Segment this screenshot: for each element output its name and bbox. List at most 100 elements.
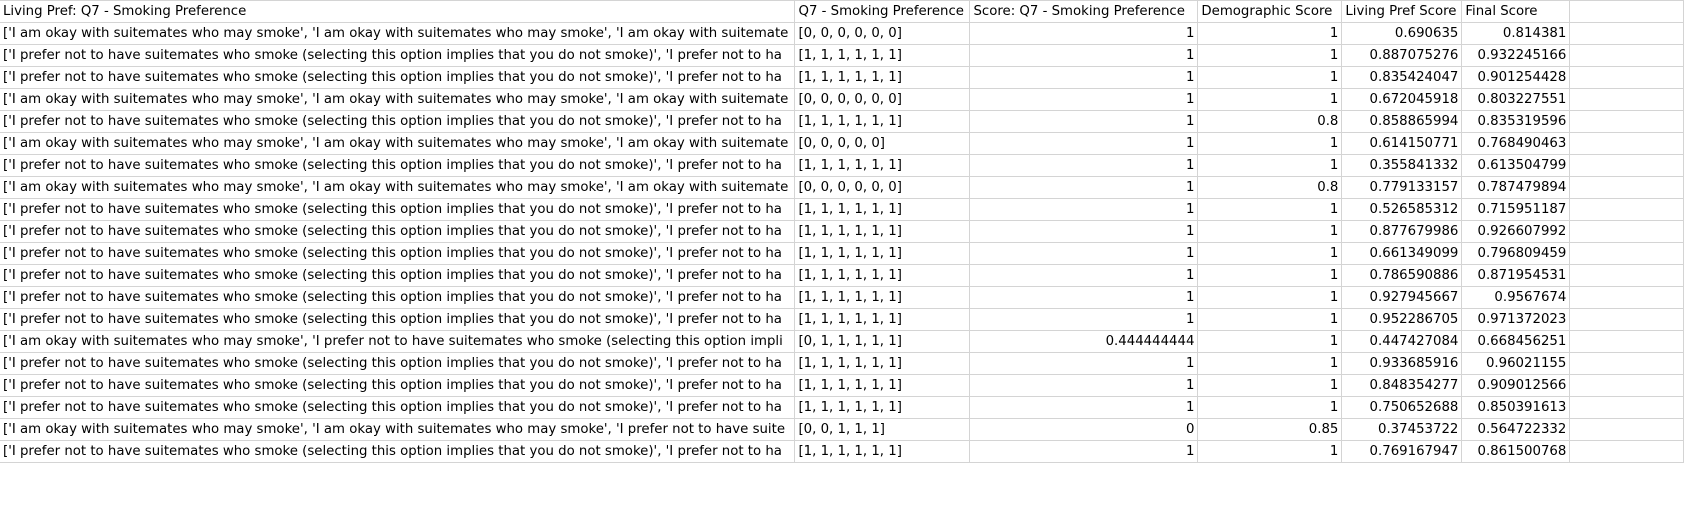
q7-pref-cell[interactable]: [1, 1, 1, 1, 1, 1] [794, 440, 971, 463]
q7-score-cell[interactable]: 1 [969, 198, 1199, 221]
q7-score-cell[interactable]: 1 [969, 88, 1199, 111]
q7-pref-cell[interactable]: [1, 1, 1, 1, 1, 1] [794, 242, 971, 265]
living-pref-score-cell[interactable]: 0.927945667 [1341, 286, 1463, 309]
demographic-score-cell[interactable]: 1 [1197, 374, 1343, 397]
living-pref-cell[interactable]: ['I prefer not to have suitemates who sm… [0, 198, 796, 221]
empty-cell[interactable] [1569, 110, 1684, 133]
demographic-score-cell[interactable]: 0.85 [1197, 418, 1343, 441]
demographic-score-cell[interactable]: 1 [1197, 440, 1343, 463]
empty-cell[interactable] [1569, 198, 1684, 221]
q7-score-cell[interactable]: 1 [969, 176, 1199, 199]
final-score-cell[interactable]: 0.796809459 [1461, 242, 1571, 265]
living-pref-score-cell[interactable]: 0.526585312 [1341, 198, 1463, 221]
final-score-cell[interactable]: 0.871954531 [1461, 264, 1571, 287]
final-score-cell[interactable]: 0.971372023 [1461, 308, 1571, 331]
q7-pref-cell[interactable]: [1, 1, 1, 1, 1, 1] [794, 374, 971, 397]
empty-cell[interactable] [1569, 176, 1684, 199]
demographic-score-cell[interactable]: 1 [1197, 88, 1343, 111]
living-pref-score-cell[interactable]: 0.779133157 [1341, 176, 1463, 199]
demographic-score-cell[interactable]: 1 [1197, 44, 1343, 67]
living-pref-cell[interactable]: ['I am okay with suitemates who may smok… [0, 132, 796, 155]
q7-pref-cell[interactable]: [0, 0, 0, 0, 0, 0] [794, 88, 971, 111]
column-header-q7-pref[interactable]: Q7 - Smoking Preference [794, 0, 971, 23]
living-pref-cell[interactable]: ['I prefer not to have suitemates who sm… [0, 44, 796, 67]
empty-cell[interactable] [1569, 330, 1684, 353]
q7-pref-cell[interactable]: [1, 1, 1, 1, 1, 1] [794, 154, 971, 177]
final-score-cell[interactable]: 0.613504799 [1461, 154, 1571, 177]
demographic-score-cell[interactable]: 0.8 [1197, 176, 1343, 199]
final-score-cell[interactable]: 0.787479894 [1461, 176, 1571, 199]
living-pref-cell[interactable]: ['I prefer not to have suitemates who sm… [0, 374, 796, 397]
empty-cell[interactable] [1569, 418, 1684, 441]
final-score-cell[interactable]: 0.768490463 [1461, 132, 1571, 155]
q7-pref-cell[interactable]: [0, 0, 0, 0, 0, 0] [794, 176, 971, 199]
empty-cell[interactable] [1569, 220, 1684, 243]
living-pref-score-cell[interactable]: 0.661349099 [1341, 242, 1463, 265]
q7-score-cell[interactable]: 0.444444444 [969, 330, 1199, 353]
living-pref-cell[interactable]: ['I am okay with suitemates who may smok… [0, 418, 796, 441]
empty-cell[interactable] [1569, 440, 1684, 463]
q7-pref-cell[interactable]: [1, 1, 1, 1, 1, 1] [794, 308, 971, 331]
demographic-score-cell[interactable]: 1 [1197, 198, 1343, 221]
q7-score-cell[interactable]: 1 [969, 242, 1199, 265]
q7-score-cell[interactable]: 1 [969, 264, 1199, 287]
empty-cell[interactable] [1569, 154, 1684, 177]
q7-score-cell[interactable]: 0 [969, 418, 1199, 441]
empty-cell[interactable] [1569, 308, 1684, 331]
q7-score-cell[interactable]: 1 [969, 308, 1199, 331]
living-pref-score-cell[interactable]: 0.447427084 [1341, 330, 1463, 353]
final-score-cell[interactable]: 0.715951187 [1461, 198, 1571, 221]
demographic-score-cell[interactable]: 1 [1197, 154, 1343, 177]
q7-pref-cell[interactable]: [1, 1, 1, 1, 1, 1] [794, 264, 971, 287]
living-pref-cell[interactable]: ['I am okay with suitemates who may smok… [0, 176, 796, 199]
demographic-score-cell[interactable]: 1 [1197, 308, 1343, 331]
final-score-cell[interactable]: 0.932245166 [1461, 44, 1571, 67]
column-header-living-pref[interactable]: Living Pref: Q7 - Smoking Preference [0, 0, 796, 23]
final-score-cell[interactable]: 0.668456251 [1461, 330, 1571, 353]
living-pref-score-cell[interactable]: 0.933685916 [1341, 352, 1463, 375]
q7-pref-cell[interactable]: [1, 1, 1, 1, 1, 1] [794, 352, 971, 375]
empty-cell[interactable] [1569, 44, 1684, 67]
q7-pref-cell[interactable]: [0, 0, 0, 0, 0] [794, 132, 971, 155]
empty-cell[interactable] [1569, 88, 1684, 111]
column-header-final-score[interactable]: Final Score [1461, 0, 1571, 23]
demographic-score-cell[interactable]: 1 [1197, 132, 1343, 155]
q7-score-cell[interactable]: 1 [969, 110, 1199, 133]
final-score-cell[interactable]: 0.850391613 [1461, 396, 1571, 419]
empty-cell[interactable] [1569, 22, 1684, 45]
column-header-living-pref-score[interactable]: Living Pref Score [1341, 0, 1463, 23]
q7-score-cell[interactable]: 1 [969, 132, 1199, 155]
living-pref-cell[interactable]: ['I prefer not to have suitemates who sm… [0, 242, 796, 265]
living-pref-score-cell[interactable]: 0.952286705 [1341, 308, 1463, 331]
living-pref-cell[interactable]: ['I am okay with suitemates who may smok… [0, 330, 796, 353]
empty-cell[interactable] [1569, 0, 1684, 23]
living-pref-score-cell[interactable]: 0.750652688 [1341, 396, 1463, 419]
empty-cell[interactable] [1569, 66, 1684, 89]
demographic-score-cell[interactable]: 1 [1197, 220, 1343, 243]
q7-score-cell[interactable]: 1 [969, 154, 1199, 177]
living-pref-cell[interactable]: ['I prefer not to have suitemates who sm… [0, 220, 796, 243]
final-score-cell[interactable]: 0.909012566 [1461, 374, 1571, 397]
final-score-cell[interactable]: 0.901254428 [1461, 66, 1571, 89]
demographic-score-cell[interactable]: 1 [1197, 396, 1343, 419]
living-pref-score-cell[interactable]: 0.672045918 [1341, 88, 1463, 111]
q7-pref-cell[interactable]: [1, 1, 1, 1, 1, 1] [794, 66, 971, 89]
living-pref-cell[interactable]: ['I prefer not to have suitemates who sm… [0, 66, 796, 89]
living-pref-score-cell[interactable]: 0.786590886 [1341, 264, 1463, 287]
empty-cell[interactable] [1569, 396, 1684, 419]
living-pref-score-cell[interactable]: 0.614150771 [1341, 132, 1463, 155]
q7-score-cell[interactable]: 1 [969, 396, 1199, 419]
demographic-score-cell[interactable]: 0.8 [1197, 110, 1343, 133]
empty-cell[interactable] [1569, 132, 1684, 155]
q7-pref-cell[interactable]: [1, 1, 1, 1, 1, 1] [794, 396, 971, 419]
living-pref-score-cell[interactable]: 0.690635 [1341, 22, 1463, 45]
q7-pref-cell[interactable]: [1, 1, 1, 1, 1, 1] [794, 286, 971, 309]
living-pref-cell[interactable]: ['I prefer not to have suitemates who sm… [0, 308, 796, 331]
living-pref-cell[interactable]: ['I prefer not to have suitemates who sm… [0, 396, 796, 419]
demographic-score-cell[interactable]: 1 [1197, 242, 1343, 265]
final-score-cell[interactable]: 0.926607992 [1461, 220, 1571, 243]
living-pref-score-cell[interactable]: 0.848354277 [1341, 374, 1463, 397]
living-pref-cell[interactable]: ['I prefer not to have suitemates who sm… [0, 110, 796, 133]
empty-cell[interactable] [1569, 352, 1684, 375]
empty-cell[interactable] [1569, 374, 1684, 397]
